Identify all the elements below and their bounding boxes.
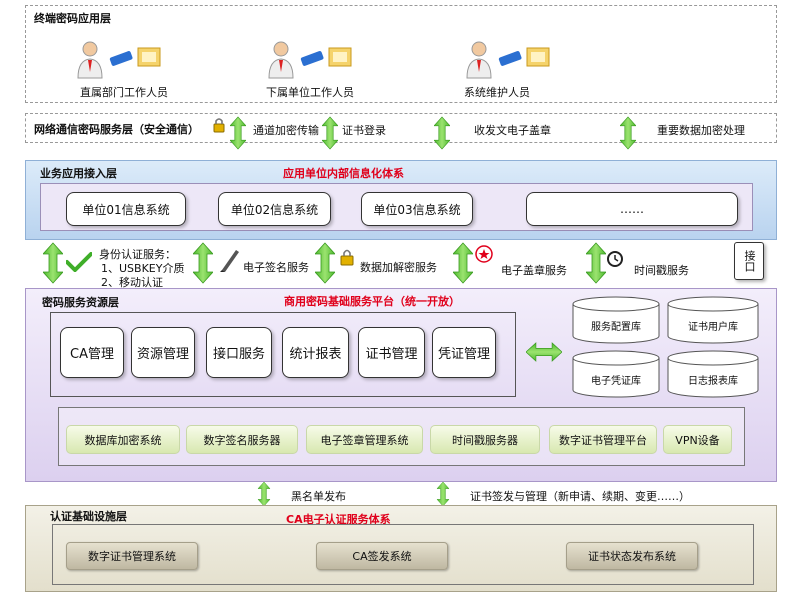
db-label: 日志报表库 [688, 376, 738, 387]
server-timestamp[interactable]: 时间戳服务器 [430, 425, 540, 454]
encryption-service-label: 数据加解密服务 [360, 261, 437, 274]
mgmt-certificate[interactable]: 证书管理 [358, 327, 425, 378]
crypto-layer-subtitle: 商用密码基础服务平台（统一开放） [284, 295, 460, 308]
pen-icon [220, 250, 239, 272]
signature-service-label: 电子签名服务 [243, 261, 309, 274]
user-label-1: 直属部门工作人员 [80, 86, 168, 99]
network-label-channel: 通道加密传输 [253, 124, 319, 137]
blacklist-label: 黑名单发布 [291, 490, 346, 503]
db-label: 服务配置库 [591, 322, 641, 333]
network-label-data-encrypt: 重要数据加密处理 [657, 124, 745, 137]
arrow-network-1 [230, 112, 246, 154]
db-service-config: 服务配置库 [572, 296, 660, 344]
db-label: 电子凭证库 [591, 376, 641, 387]
system-box-02[interactable]: 单位02信息系统 [218, 192, 331, 226]
arrow-signature [193, 240, 213, 286]
cert-system-ca-issue[interactable]: CA签发系统 [316, 542, 448, 570]
terminal-layer-title: 终端密码应用层 [34, 12, 111, 25]
system-box-03[interactable]: 单位03信息系统 [361, 192, 473, 226]
lock-icon [213, 118, 225, 133]
cert-system-status-publish[interactable]: 证书状态发布系统 [566, 542, 698, 570]
network-label-cert-login: 证书登录 [342, 124, 386, 137]
user-group-2 [263, 40, 373, 80]
cert-system-digital-cert-mgmt[interactable]: 数字证书管理系统 [66, 542, 198, 570]
cert-issue-label: 证书签发与管理（新申请、续期、变更……） [470, 490, 690, 503]
interface-label: 接口 [743, 250, 756, 272]
crypto-layer-title: 密码服务资源层 [42, 296, 119, 309]
server-db-encrypt[interactable]: 数据库加密系统 [66, 425, 180, 454]
server-digital-signature[interactable]: 数字签名服务器 [186, 425, 298, 454]
network-layer-title: 网络通信密码服务层（安全通信） [34, 123, 199, 136]
timestamp-service-label: 时间戳服务 [634, 264, 689, 277]
mgmt-voucher[interactable]: 凭证管理 [432, 327, 496, 378]
network-label-seal: 收发文电子盖章 [474, 124, 551, 137]
server-vpn[interactable]: VPN设备 [663, 425, 732, 454]
db-label: 证书用户库 [688, 322, 738, 333]
db-voucher: 电子凭证库 [572, 350, 660, 398]
mgmt-interface[interactable]: 接口服务 [206, 327, 272, 378]
user-label-3: 系统维护人员 [464, 86, 530, 99]
clock-icon [607, 251, 623, 267]
arrow-blacklist [255, 482, 273, 506]
server-e-seal-mgmt[interactable]: 电子签章管理系统 [306, 425, 423, 454]
arrow-mgmt-db [526, 342, 562, 362]
mgmt-resource[interactable]: 资源管理 [131, 327, 195, 378]
interface-box[interactable]: 接口 [734, 242, 764, 280]
mgmt-statistics[interactable]: 统计报表 [282, 327, 349, 378]
system-box-01[interactable]: 单位01信息系统 [66, 192, 186, 226]
arrow-timestamp [586, 240, 606, 286]
db-log-report: 日志报表库 [667, 350, 759, 398]
arrow-encryption [315, 240, 335, 286]
server-cert-mgmt-platform[interactable]: 数字证书管理平台 [549, 425, 657, 454]
arrow-network-2 [322, 112, 338, 154]
user-group-1 [72, 40, 182, 80]
db-cert-users: 证书用户库 [667, 296, 759, 344]
user-group-3 [461, 40, 571, 80]
user-figure-icon [77, 41, 161, 79]
arrow-seal [453, 240, 473, 286]
seal-stamp-icon [475, 245, 493, 263]
system-box-more[interactable]: …… [526, 192, 738, 226]
arrow-network-4 [620, 112, 636, 154]
arrow-network-3 [434, 112, 450, 154]
lock-icon-2 [340, 249, 354, 266]
user-figure-icon [268, 41, 352, 79]
mgmt-ca[interactable]: CA管理 [60, 327, 124, 378]
cert-layer-title: 认证基础设施层 [50, 510, 127, 523]
arrow-cert-issue [434, 482, 452, 506]
user-figure-icon [466, 41, 550, 79]
arrow-auth [43, 240, 63, 286]
seal-service-label: 电子盖章服务 [501, 264, 567, 277]
user-label-2: 下属单位工作人员 [266, 86, 354, 99]
business-layer-title: 业务应用接入层 [40, 167, 117, 180]
business-layer-subtitle: 应用单位内部信息化体系 [283, 167, 404, 180]
check-icon [66, 252, 92, 272]
